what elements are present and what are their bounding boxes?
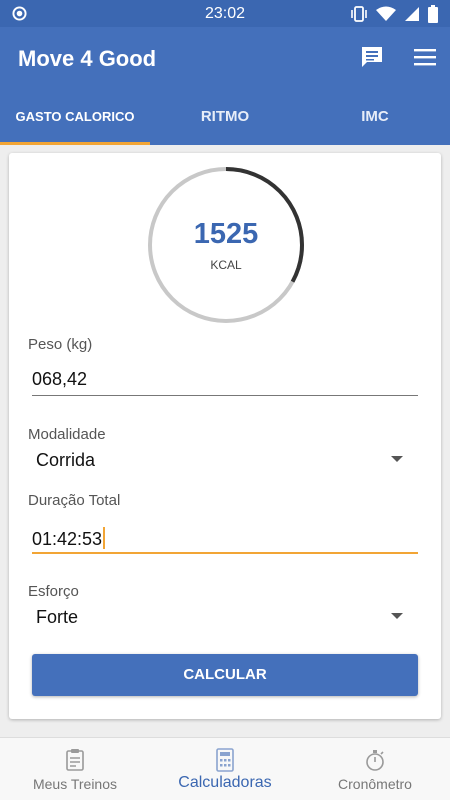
stopwatch-icon bbox=[366, 750, 384, 771]
modalidade-select[interactable]: Corrida bbox=[36, 450, 95, 471]
nav-calculadoras[interactable]: Calculadoras bbox=[150, 738, 300, 800]
chevron-down-icon[interactable] bbox=[391, 456, 403, 462]
duracao-underline bbox=[32, 552, 418, 554]
modalidade-label: Modalidade bbox=[28, 426, 106, 443]
duracao-input[interactable]: 01:42:53 bbox=[32, 527, 106, 550]
nav-cronometro[interactable]: Cronômetro bbox=[300, 738, 450, 800]
peso-underline bbox=[32, 395, 418, 396]
bottom-nav: Meus Treinos Calculadoras Cronômetro bbox=[0, 737, 450, 800]
app-actions bbox=[360, 45, 436, 69]
nav-label: Calculadoras bbox=[178, 774, 272, 791]
status-icons bbox=[350, 5, 438, 23]
duracao-value: 01:42:53 bbox=[32, 529, 103, 549]
esforco-select[interactable]: Forte bbox=[36, 607, 78, 628]
calculator-icon bbox=[216, 748, 234, 772]
calcular-button[interactable]: CALCULAR bbox=[32, 654, 418, 696]
menu-icon[interactable] bbox=[414, 48, 436, 66]
tab-indicator bbox=[0, 142, 150, 145]
calculator-card: 1525 KCAL Peso (kg) 068,42 Modalidade Co… bbox=[9, 153, 441, 719]
tab-label: GASTO CALORICO bbox=[15, 109, 135, 124]
clipboard-icon bbox=[66, 749, 84, 771]
vibrate-icon bbox=[351, 6, 367, 22]
tab-label: IMC bbox=[361, 108, 389, 125]
duracao-label: Duração Total bbox=[28, 492, 121, 509]
status-bar: 23:02 bbox=[0, 0, 450, 27]
chevron-down-icon[interactable] bbox=[391, 613, 403, 619]
esforco-label: Esforço bbox=[28, 583, 79, 600]
feedback-icon[interactable] bbox=[360, 45, 384, 69]
text-cursor bbox=[103, 527, 106, 549]
nav-label: Cronômetro bbox=[338, 776, 412, 792]
tab-bar: GASTO CALORICO RITMO IMC bbox=[0, 91, 450, 145]
peso-label: Peso (kg) bbox=[28, 336, 93, 353]
app-title: Move 4 Good bbox=[18, 46, 157, 71]
tab-label: RITMO bbox=[200, 108, 250, 125]
app-bar: Move 4 Good bbox=[0, 27, 450, 91]
tab-imc[interactable]: IMC bbox=[300, 91, 450, 145]
calorie-unit: KCAL bbox=[210, 258, 242, 272]
battery-icon bbox=[428, 5, 438, 23]
wifi-icon bbox=[376, 6, 396, 21]
nav-meus-treinos[interactable]: Meus Treinos bbox=[0, 738, 150, 800]
tab-gasto-calorico[interactable]: GASTO CALORICO bbox=[0, 91, 150, 145]
tab-ritmo[interactable]: RITMO bbox=[150, 91, 300, 145]
signal-icon bbox=[405, 7, 419, 21]
nav-label: Meus Treinos bbox=[32, 776, 118, 792]
peso-input[interactable]: 068,42 bbox=[32, 369, 87, 390]
calorie-value: 1525 bbox=[193, 218, 259, 250]
